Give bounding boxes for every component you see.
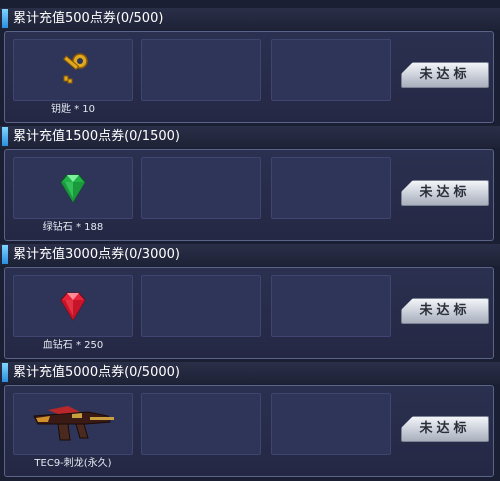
reward-slot[interactable] xyxy=(13,157,133,219)
empty-reward-slot xyxy=(271,393,391,455)
reward-tier-5000: 累计充值5000点券(0/5000) TEC9-刺龙(永久) 未达标 xyxy=(0,362,500,481)
tier-rewards-box: 血钻石 * 250 未达标 xyxy=(4,267,494,359)
tier-header: 累计充值1500点券(0/1500) xyxy=(0,126,500,148)
header-accent-bar xyxy=(2,363,8,382)
reward-slot[interactable] xyxy=(13,39,133,101)
tier-header: 累计充值500点券(0/500) xyxy=(0,8,500,30)
empty-reward-slot xyxy=(141,275,261,337)
reward-label: 钥匙 * 10 xyxy=(50,104,96,115)
empty-reward-slot xyxy=(271,39,391,101)
tier-rewards-box: 绿钻石 * 188 未达标 xyxy=(4,149,494,241)
header-accent-bar xyxy=(2,9,8,28)
green-diamond-icon xyxy=(14,158,132,218)
tier-header: 累计充值3000点券(0/3000) xyxy=(0,244,500,266)
tier-rewards-box: TEC9-刺龙(永久) 未达标 xyxy=(4,385,494,477)
tier-header: 累计充值5000点券(0/5000) xyxy=(0,362,500,384)
reward-label: 绿钻石 * 188 xyxy=(42,222,104,233)
reward-tier-3000: 累计充值3000点券(0/3000) 血钻石 * 250 未达标 xyxy=(0,244,500,363)
tier-title: 累计充值1500点券(0/1500) xyxy=(13,129,180,144)
tier-title: 累计充值3000点券(0/3000) xyxy=(13,247,180,262)
tec9-gun-icon xyxy=(14,394,132,454)
header-accent-bar xyxy=(2,127,8,146)
tier-title: 累计充值500点券(0/500) xyxy=(13,11,164,26)
empty-reward-slot xyxy=(141,393,261,455)
claim-button[interactable]: 未达标 xyxy=(401,298,489,324)
reward-slot[interactable] xyxy=(13,393,133,455)
claim-button[interactable]: 未达标 xyxy=(401,416,489,442)
claim-button-label: 未达标 xyxy=(419,67,471,82)
claim-button-label: 未达标 xyxy=(419,303,471,318)
key-icon xyxy=(14,40,132,100)
tier-title: 累计充值5000点券(0/5000) xyxy=(13,365,180,380)
claim-button-label: 未达标 xyxy=(419,421,471,436)
claim-button-label: 未达标 xyxy=(419,185,471,200)
header-accent-bar xyxy=(2,245,8,264)
reward-tier-1500: 累计充值1500点券(0/1500) 绿钻石 * 188 未达标 xyxy=(0,126,500,245)
claim-button[interactable]: 未达标 xyxy=(401,180,489,206)
reward-label: TEC9-刺龙(永久) xyxy=(34,458,112,469)
claim-button[interactable]: 未达标 xyxy=(401,62,489,88)
recharge-rewards-panel: 累计充值500点券(0/500) 钥匙 * 10 未达标 累计充值1500点券(… xyxy=(0,0,500,477)
empty-reward-slot xyxy=(271,157,391,219)
empty-reward-slot xyxy=(141,39,261,101)
red-diamond-icon xyxy=(14,276,132,336)
reward-label: 血钻石 * 250 xyxy=(42,340,104,351)
reward-tier-500: 累计充值500点券(0/500) 钥匙 * 10 未达标 xyxy=(0,8,500,127)
reward-slot[interactable] xyxy=(13,275,133,337)
empty-reward-slot xyxy=(271,275,391,337)
tier-rewards-box: 钥匙 * 10 未达标 xyxy=(4,31,494,123)
empty-reward-slot xyxy=(141,157,261,219)
